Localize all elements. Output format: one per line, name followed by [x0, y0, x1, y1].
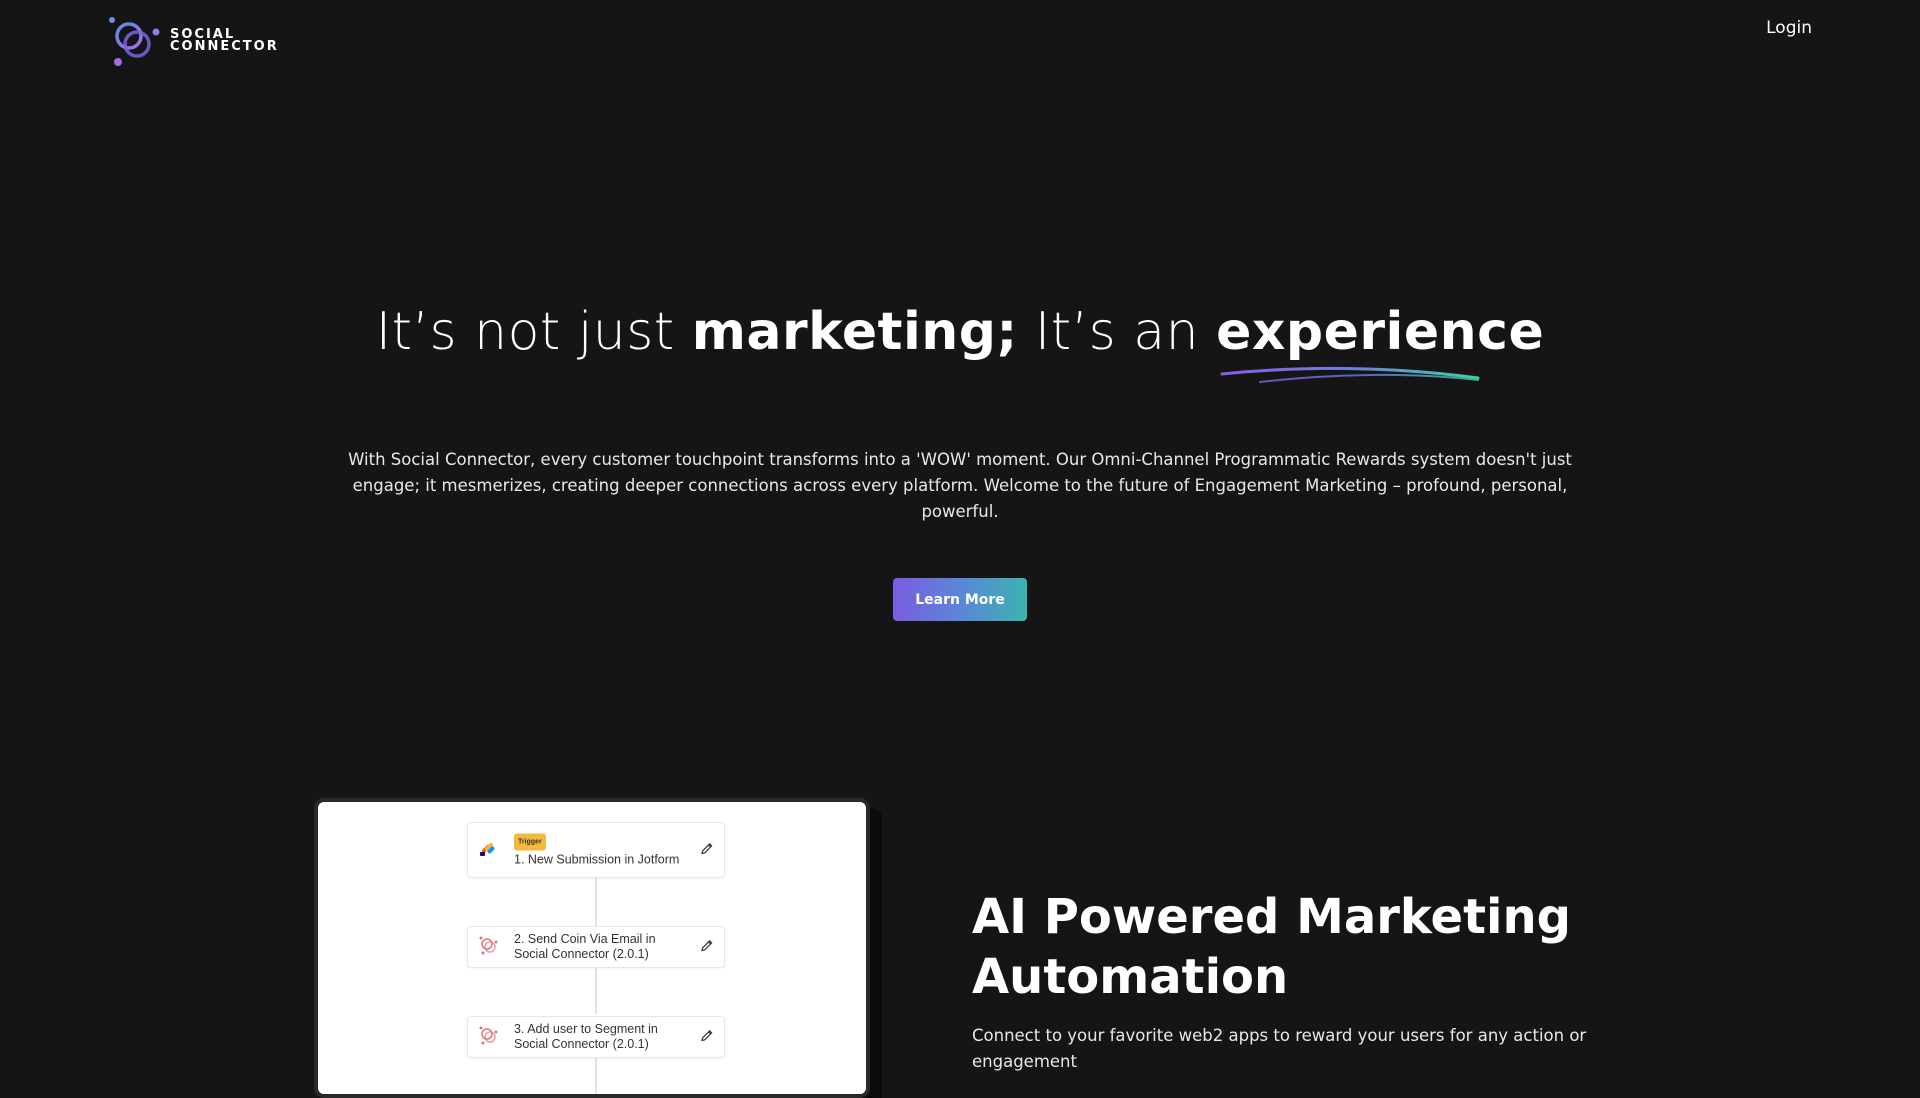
- hero-title-part-2: It’s an: [1017, 302, 1217, 362]
- feature-title: AI Powered Marketing Automation: [972, 889, 1572, 1005]
- workflow-step-1[interactable]: Trigger 1. New Submission in Jotform: [467, 822, 725, 878]
- workflow-step-label: 1. New Submission in Jotform: [514, 852, 680, 867]
- logo-line-2: CONNECTOR: [170, 39, 279, 54]
- hero-title: It’s not just marketing; It’s an experie…: [0, 302, 1920, 383]
- trigger-badge: Trigger: [514, 833, 546, 851]
- hero-title-bold-1: marketing;: [691, 302, 1018, 362]
- workflow-connector: [595, 878, 597, 926]
- learn-more-button[interactable]: Learn More: [893, 578, 1027, 621]
- workflow-step-label: 3. Add user to Segment in Social Connect…: [514, 1022, 658, 1051]
- feature-subtitle: Connect to your favorite web2 apps to re…: [972, 1026, 1587, 1071]
- workflow-step-label: 2. Send Coin Via Email in Social Connect…: [514, 932, 656, 961]
- hero-title-bold-2: experience: [1216, 302, 1545, 362]
- social-connector-icon: [478, 1025, 498, 1049]
- highlight-underline: [1220, 366, 1480, 383]
- site-header: SOCIAL CONNECTOR Login: [0, 0, 1920, 80]
- logo-wordmark: SOCIAL CONNECTOR: [170, 28, 279, 54]
- workflow-connector: [595, 1056, 597, 1094]
- workflow-preview: Trigger 1. New Submission in Jotform 2. …: [314, 798, 870, 1098]
- login-link[interactable]: Login: [1766, 18, 1812, 38]
- social-connector-icon: [478, 935, 498, 959]
- workflow-connector: [595, 966, 597, 1014]
- pencil-icon[interactable]: [700, 938, 714, 957]
- hero-title-part-1: It’s not just: [375, 302, 692, 362]
- pencil-icon[interactable]: [700, 1028, 714, 1047]
- hero-title-highlight: experience: [1216, 302, 1545, 383]
- jotform-icon: [478, 838, 498, 862]
- logo-icon: [109, 17, 160, 66]
- hero-description: With Social Connector, every customer to…: [348, 450, 1572, 521]
- workflow-step-3[interactable]: 3. Add user to Segment in Social Connect…: [467, 1016, 725, 1058]
- pencil-icon[interactable]: [700, 841, 714, 860]
- workflow-step-2[interactable]: 2. Send Coin Via Email in Social Connect…: [467, 926, 725, 968]
- workflow-step-text: Trigger 1. New Submission in Jotform: [514, 833, 684, 868]
- logo[interactable]: SOCIAL CONNECTOR: [106, 14, 279, 68]
